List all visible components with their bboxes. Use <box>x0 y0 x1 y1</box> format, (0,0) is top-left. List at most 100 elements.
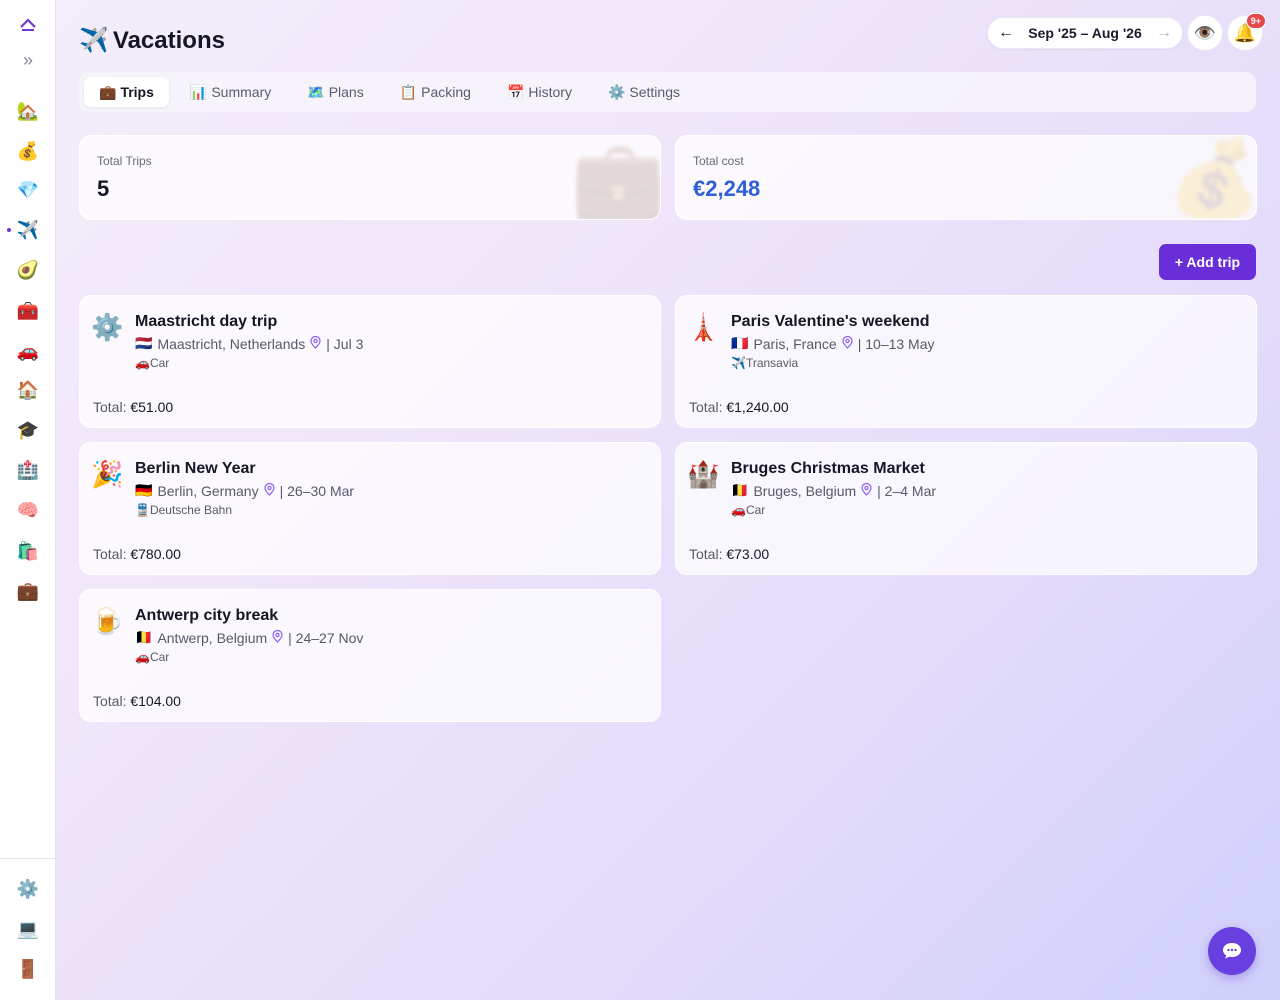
location-pin-icon[interactable] <box>310 335 321 352</box>
total-value: €51.00 <box>130 399 174 415</box>
trip-card[interactable]: 🎉 Berlin New Year 🇩🇪 Berlin, Germany | 2… <box>79 442 661 575</box>
trip-meta: 🇩🇪 Berlin, Germany | 26–30 Mar <box>135 482 354 499</box>
total-value: €1,240.00 <box>726 399 789 415</box>
total-cost-card: Total cost €2,248 💰 <box>675 135 1257 220</box>
trip-dates: | Jul 3 <box>326 335 364 352</box>
total-value: €780.00 <box>130 546 181 562</box>
stat-label: Total cost <box>693 154 744 168</box>
tab-label: Settings <box>629 84 680 100</box>
expand-sidebar-icon[interactable]: » <box>0 45 56 75</box>
tab-label: Trips <box>120 84 154 100</box>
total-value: €73.00 <box>726 546 770 562</box>
sidebar-divider <box>0 858 56 859</box>
tab-summary[interactable]: 📊 Summary <box>175 77 286 107</box>
location-pin-svg <box>263 482 275 496</box>
trip-card[interactable]: 🍺 Antwerp city break 🇧🇪 Antwerp, Belgium… <box>79 589 661 722</box>
trip-total: Total: €51.00 <box>93 399 173 415</box>
period-selector: ← Sep '25 – Aug '26 → <box>987 17 1183 49</box>
trip-total: Total: €780.00 <box>93 546 181 562</box>
money-bag-icon: 💰 <box>1167 137 1257 220</box>
trip-total: Total: €104.00 <box>93 693 181 709</box>
airplane-icon: ✈️ <box>79 27 109 54</box>
sidebar-item-settings[interactable]: ⚙️ <box>0 874 56 904</box>
location-pin-svg <box>310 335 321 349</box>
sidebar-item-home[interactable]: 🏡 <box>0 96 56 126</box>
trip-name: Paris Valentine's weekend <box>731 313 930 330</box>
tab-history[interactable]: 📅 History <box>492 77 587 107</box>
chat-button[interactable] <box>1208 927 1256 975</box>
sidebar-item-avocado[interactable]: 🥑 <box>0 255 56 285</box>
tab-bar: 💼 Trips 📊 Summary 🗺️ Plans 📋 Packing 📅 H… <box>79 72 1256 112</box>
trip-dates: | 10–13 May <box>857 335 935 352</box>
location-pin-svg <box>861 482 872 496</box>
location-pin-icon[interactable] <box>861 482 872 499</box>
location-pin-svg <box>842 335 853 349</box>
tab-packing[interactable]: 📋 Packing <box>385 77 486 107</box>
trip-card[interactable]: 🏰 Bruges Christmas Market 🇧🇪 Bruges, Bel… <box>675 442 1257 575</box>
germany-flag-icon: 🇩🇪 <box>135 482 153 498</box>
sidebar-item-house[interactable]: 🏠 <box>0 375 56 405</box>
sidebar-item-work[interactable]: 💼 <box>0 576 56 606</box>
prev-period-arrow-icon[interactable]: ← <box>998 24 1014 42</box>
trip-dates: | 24–27 Nov <box>288 629 364 646</box>
trip-transport: 🚆Deutsche Bahn <box>135 503 232 517</box>
page-title-text: Vacations <box>112 26 225 54</box>
sidebar-item-car[interactable]: 🚗 <box>0 336 56 366</box>
stat-label: Total Trips <box>97 154 152 168</box>
airplane-icon: ✈️ <box>16 219 40 240</box>
tab-plans[interactable]: 🗺️ Plans <box>292 77 378 107</box>
trip-meta: 🇫🇷 Paris, France | 10–13 May <box>731 335 934 352</box>
gear-icon: ⚙️ <box>91 312 124 342</box>
sidebar: » 🏡 💰 💎 ✈️ 🥑 🧰 🚗 🏠 🎓 🏥 🧠 🛍️ 💼 ⚙️ 💻 🚪 <box>0 0 56 1000</box>
sidebar-item-toolbox[interactable]: 🧰 <box>0 296 56 326</box>
trip-location: Antwerp, Belgium <box>157 629 268 646</box>
trip-transport: 🚗Car <box>135 356 169 370</box>
trip-transport: 🚗Car <box>135 650 169 664</box>
location-pin-icon[interactable] <box>272 629 283 646</box>
sidebar-item-gem[interactable]: 💎 <box>0 175 56 205</box>
trip-location: Bruges, Belgium <box>753 482 857 499</box>
collapse-up-icon[interactable] <box>0 10 56 40</box>
chat-bubble-icon <box>1223 943 1241 959</box>
trip-meta: 🇧🇪 Bruges, Belgium | 2–4 Mar <box>731 482 936 499</box>
add-trip-button[interactable]: + Add trip <box>1159 244 1256 280</box>
visibility-toggle-button[interactable]: 👁️ <box>1187 15 1223 51</box>
castle-icon: 🏰 <box>687 459 720 489</box>
total-label: Total: <box>93 399 127 415</box>
party-popper-icon: 🎉 <box>91 459 124 489</box>
location-pin-icon[interactable] <box>263 482 275 499</box>
next-period-arrow-icon[interactable]: → <box>1156 24 1172 42</box>
tab-label: Packing <box>421 84 471 100</box>
trip-card[interactable]: ⚙️ Maastricht day trip 🇳🇱 Maastricht, Ne… <box>79 295 661 428</box>
sidebar-item-education[interactable]: 🎓 <box>0 415 56 445</box>
notification-badge: 9+ <box>1245 13 1266 29</box>
trip-name: Maastricht day trip <box>135 313 278 330</box>
notifications-button[interactable]: 🔔 9+ <box>1227 13 1266 51</box>
trip-card[interactable]: 🗼 Paris Valentine's weekend 🇫🇷 Paris, Fr… <box>675 295 1257 428</box>
trip-location: Paris, France <box>753 335 837 352</box>
page-title: ✈️ Vacations <box>79 26 225 55</box>
sidebar-item-vacations[interactable]: ✈️ <box>0 215 56 245</box>
active-indicator <box>7 228 11 232</box>
sidebar-item-laptop[interactable]: 💻 <box>0 914 56 944</box>
belgium-flag-icon: 🇧🇪 <box>731 482 749 498</box>
sidebar-item-money[interactable]: 💰 <box>0 136 56 166</box>
trip-location: Maastricht, Netherlands <box>157 335 306 352</box>
briefcase-icon: 💼 <box>99 83 117 100</box>
trip-name: Berlin New Year <box>135 460 256 477</box>
location-pin-icon[interactable] <box>842 335 853 352</box>
sidebar-item-health[interactable]: 🏥 <box>0 455 56 485</box>
collapse-up-icon-svg <box>20 18 36 31</box>
car-icon: 🚗 <box>135 356 150 370</box>
sidebar-item-logout[interactable]: 🚪 <box>0 954 56 984</box>
sidebar-item-shopping[interactable]: 🛍️ <box>0 536 56 566</box>
trip-location: Berlin, Germany <box>157 482 259 499</box>
total-label: Total: <box>93 546 127 562</box>
tab-settings[interactable]: ⚙️ Settings <box>593 77 695 107</box>
total-value: €104.00 <box>130 693 181 709</box>
trip-transport: ✈️Transavia <box>731 356 798 370</box>
location-pin-svg <box>272 629 283 643</box>
trip-total: Total: €73.00 <box>689 546 769 562</box>
tab-trips[interactable]: 💼 Trips <box>84 77 169 107</box>
sidebar-item-brain[interactable]: 🧠 <box>0 495 56 525</box>
